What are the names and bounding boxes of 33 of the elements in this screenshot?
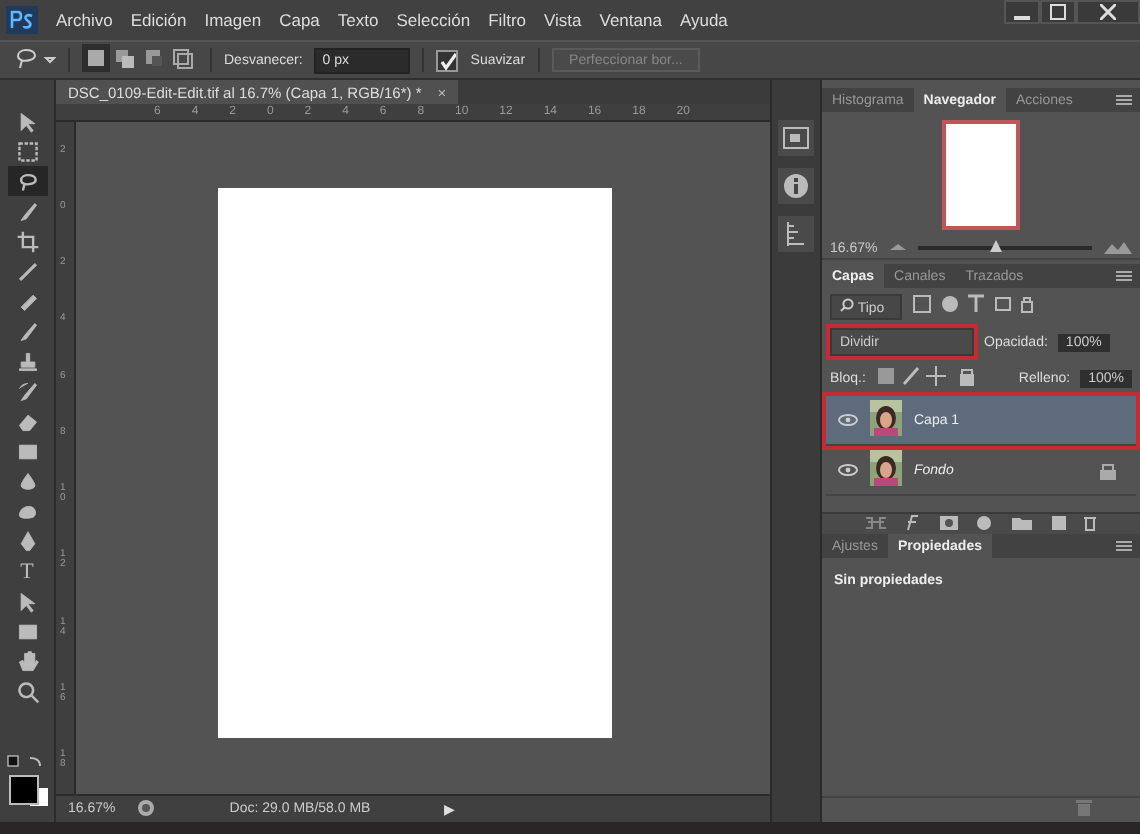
layer-actions-icons[interactable] <box>863 514 1099 534</box>
navigator-preview <box>942 120 1020 230</box>
zoom-in-icon[interactable] <box>1104 239 1132 257</box>
menu-item[interactable]: Edición <box>130 10 187 30</box>
status-icon[interactable] <box>136 797 156 821</box>
slider-thumb[interactable] <box>990 240 1002 252</box>
lasso-tool-icon[interactable] <box>7 166 47 196</box>
menu-item[interactable]: Vista <box>544 10 582 30</box>
selection-mode-icon[interactable] <box>82 44 198 76</box>
checkbox[interactable] <box>436 49 459 71</box>
zoom-out-icon[interactable] <box>889 240 906 256</box>
maximize-button[interactable] <box>1040 0 1076 24</box>
menu-item[interactable]: Selección <box>396 10 471 30</box>
search-icon <box>840 297 854 311</box>
ruler-icon[interactable] <box>778 216 814 252</box>
menu-item[interactable]: Texto <box>337 10 379 30</box>
visibility-eye-icon[interactable] <box>838 461 858 479</box>
maximize-icon <box>1050 4 1066 20</box>
menu-item[interactable]: Filtro <box>488 10 526 30</box>
visibility-eye-icon[interactable] <box>838 411 858 429</box>
minimize-button[interactable] <box>1004 0 1040 24</box>
lasso-tool-icon[interactable] <box>12 46 56 74</box>
close-icon <box>1100 4 1116 20</box>
close-button[interactable] <box>1076 0 1140 24</box>
navigator-icon[interactable] <box>778 120 814 156</box>
photoshop-logo-icon <box>6 6 38 34</box>
menu-item[interactable]: Imagen <box>204 10 262 30</box>
info-icon[interactable] <box>778 168 814 204</box>
menu-item[interactable]: Capa <box>279 10 320 30</box>
menu-item[interactable]: Ventana <box>599 10 662 30</box>
menu-item[interactable]: Archivo <box>56 10 113 30</box>
menu-item[interactable]: Ayuda <box>679 10 728 30</box>
type-tool[interactable]: T <box>7 556 47 586</box>
